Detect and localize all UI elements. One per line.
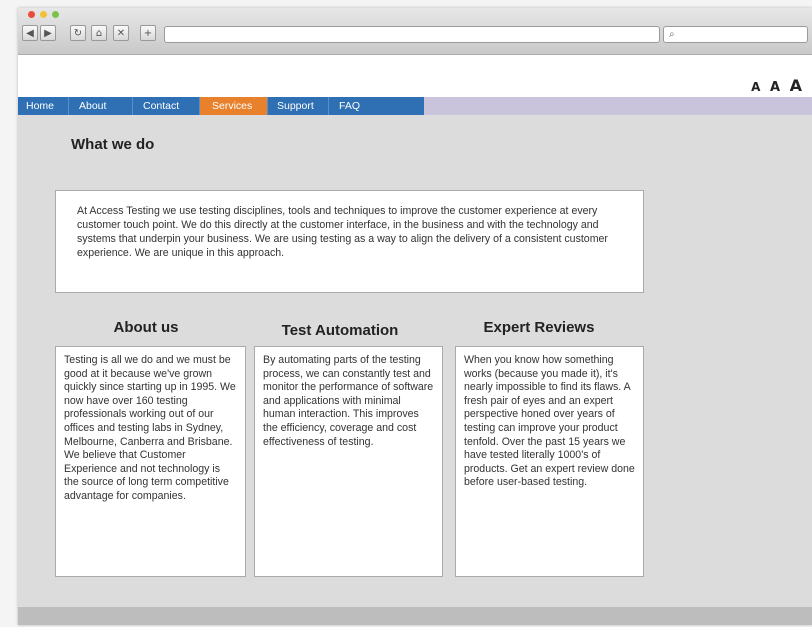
what-we-do-text: At Access Testing we use testing discipl… xyxy=(55,190,644,293)
reload-icon[interactable]: ↻ xyxy=(70,25,86,41)
nav-about[interactable]: About xyxy=(69,97,133,115)
close-window-button[interactable] xyxy=(28,11,35,18)
forward-icon[interactable]: ▶ xyxy=(40,25,56,41)
main-nav-bar: Home About Contact Services Support FAQ xyxy=(18,97,812,115)
text-size-medium[interactable]: A xyxy=(770,80,780,95)
nav-faq[interactable]: FAQ xyxy=(329,97,424,115)
page-footer xyxy=(18,607,812,625)
new-tab-icon[interactable]: + xyxy=(140,25,156,41)
home-icon[interactable]: ⌂ xyxy=(91,25,107,41)
maximize-window-button[interactable] xyxy=(52,11,59,18)
main-nav: Home About Contact Services Support FAQ xyxy=(18,97,424,115)
text-size-small[interactable]: A xyxy=(751,80,760,94)
text-size-large[interactable]: A xyxy=(790,76,802,95)
browser-window: ◀ ▶ ↻ ⌂ ✕ + ⌕ A A A Home About Contact S… xyxy=(18,8,812,625)
what-we-do-heading: What we do xyxy=(71,136,155,153)
nav-support[interactable]: Support xyxy=(268,97,329,115)
address-bar[interactable] xyxy=(164,26,660,43)
stop-icon[interactable]: ✕ xyxy=(113,25,129,41)
about-us-heading: About us xyxy=(113,319,179,336)
search-icon: ⌕ xyxy=(669,29,675,40)
nav-contact[interactable]: Contact xyxy=(133,97,200,115)
about-us-text: Testing is all we do and we must be good… xyxy=(55,346,246,577)
nav-home[interactable]: Home xyxy=(18,97,69,115)
site-header: A A A xyxy=(18,55,812,97)
test-automation-heading: Test Automation xyxy=(281,322,399,339)
web-page: A A A Home About Contact Services Suppor… xyxy=(18,55,812,607)
text-size-controls: A A A xyxy=(747,76,802,95)
minimize-window-button[interactable] xyxy=(40,11,47,18)
browser-toolbar: ◀ ▶ ↻ ⌂ ✕ + ⌕ xyxy=(18,8,812,55)
nav-services[interactable]: Services xyxy=(200,97,268,115)
test-automation-text: By automating parts of the testing proce… xyxy=(254,346,443,577)
search-field[interactable]: ⌕ xyxy=(663,26,808,43)
expert-reviews-text: When you know how something works (becau… xyxy=(455,346,644,577)
back-icon[interactable]: ◀ xyxy=(22,25,38,41)
expert-reviews-heading: Expert Reviews xyxy=(483,319,595,336)
